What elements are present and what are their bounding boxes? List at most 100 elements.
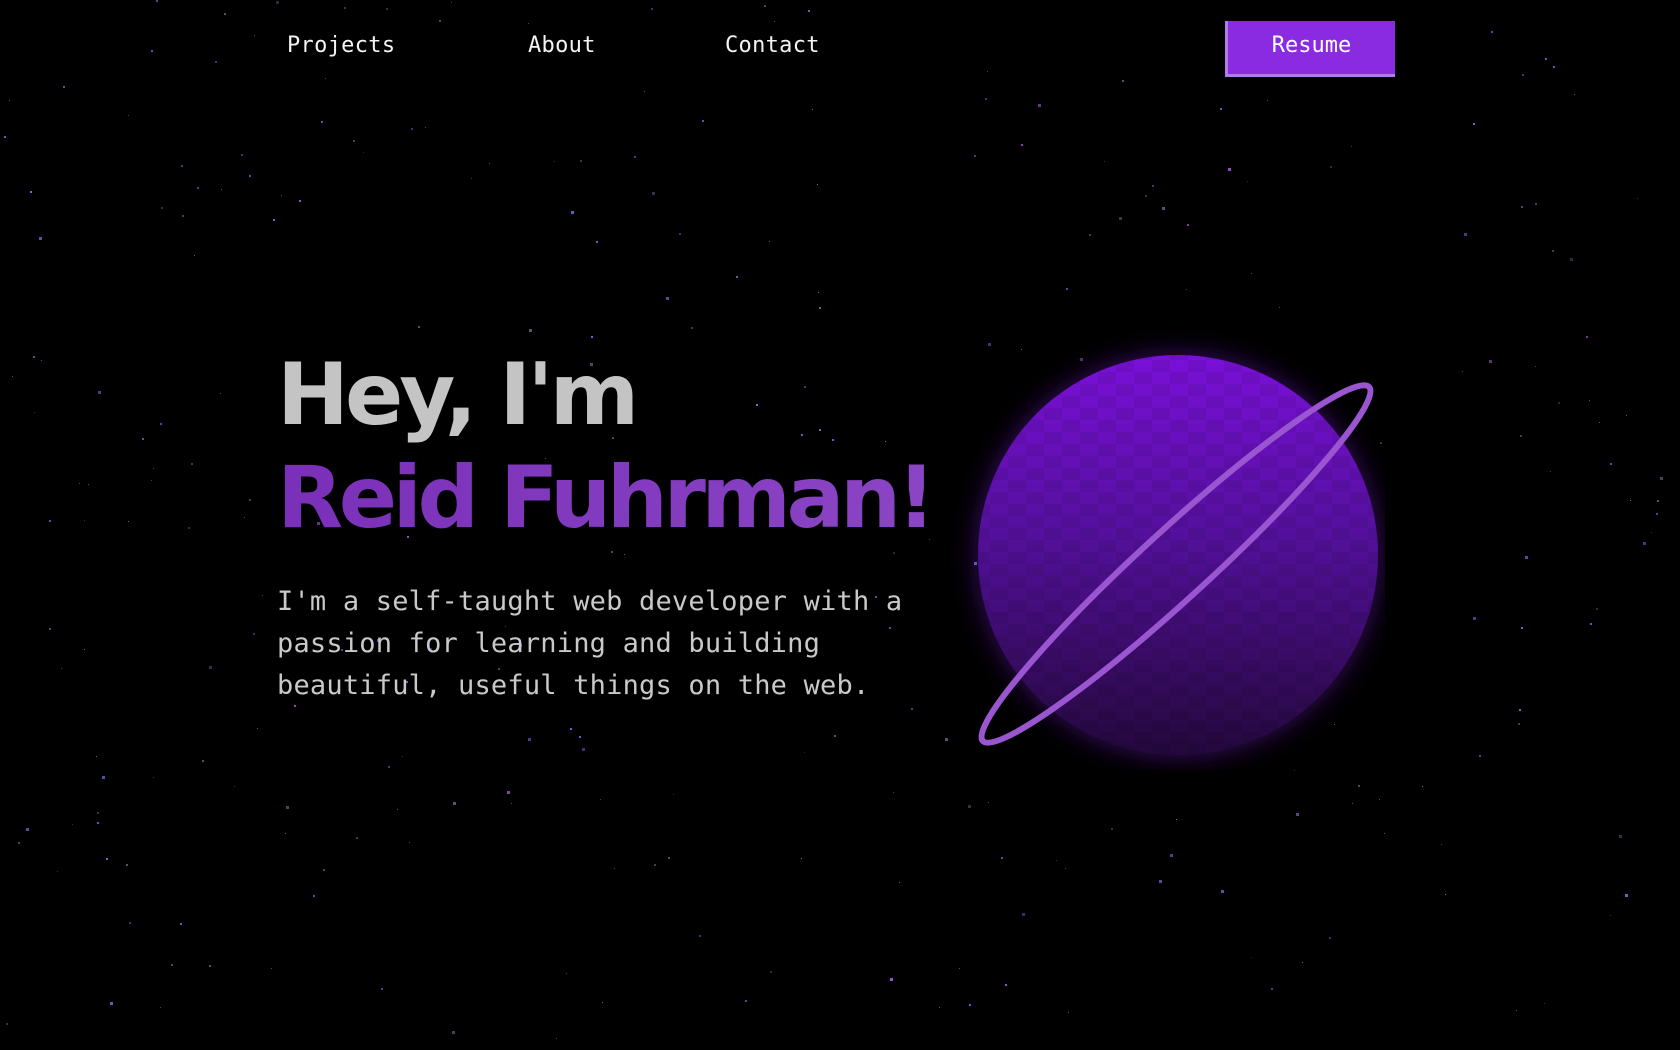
star <box>801 434 803 436</box>
star <box>580 160 582 162</box>
star <box>1489 360 1492 363</box>
star <box>253 633 255 635</box>
star <box>969 1004 971 1006</box>
star <box>1329 937 1331 939</box>
star <box>1596 608 1598 610</box>
star <box>812 109 813 110</box>
star <box>511 803 512 804</box>
resume-button[interactable]: Resume <box>1225 21 1395 77</box>
star <box>411 128 413 130</box>
star <box>425 127 426 128</box>
star <box>818 292 819 293</box>
star <box>654 864 656 866</box>
star <box>554 161 555 162</box>
star <box>1535 366 1536 367</box>
star <box>1384 833 1385 834</box>
star <box>9 100 10 101</box>
nav-link-projects[interactable]: Projects <box>287 33 395 58</box>
star <box>34 412 35 413</box>
star <box>614 868 615 869</box>
star <box>88 484 89 485</box>
star <box>381 988 383 990</box>
star <box>668 857 670 859</box>
star <box>84 520 85 521</box>
star <box>153 468 154 469</box>
star <box>153 777 154 778</box>
star <box>1462 371 1463 372</box>
star <box>582 748 585 751</box>
star <box>209 965 211 967</box>
star <box>220 393 221 394</box>
star <box>63 86 65 88</box>
star <box>1521 206 1523 208</box>
star <box>691 327 693 329</box>
star <box>39 237 42 240</box>
star <box>209 666 212 669</box>
star <box>188 527 190 529</box>
star <box>1351 146 1352 147</box>
star <box>1089 234 1091 236</box>
star <box>634 156 636 158</box>
star <box>313 895 315 897</box>
star <box>97 812 99 814</box>
star <box>1379 799 1380 800</box>
star <box>1251 957 1252 958</box>
star <box>596 241 598 243</box>
star <box>1066 288 1068 290</box>
star <box>249 175 251 177</box>
star <box>1574 94 1575 95</box>
star <box>1599 422 1600 423</box>
star <box>1643 542 1646 545</box>
star <box>1516 1010 1517 1011</box>
planet-icon <box>978 355 1378 755</box>
star <box>652 192 655 195</box>
star <box>6 1023 8 1025</box>
star <box>363 152 364 153</box>
star <box>151 50 153 52</box>
star <box>397 809 398 810</box>
star <box>600 799 601 800</box>
star <box>249 499 251 501</box>
star <box>409 842 410 843</box>
star <box>1553 66 1555 68</box>
star <box>156 0 158 2</box>
star <box>1464 233 1467 236</box>
star <box>1491 31 1493 33</box>
star <box>194 255 195 256</box>
star <box>1660 477 1663 480</box>
star <box>699 935 701 937</box>
star <box>160 423 162 425</box>
star <box>1358 785 1360 787</box>
star <box>299 200 301 202</box>
nav-link-contact[interactable]: Contact <box>725 33 820 58</box>
star <box>556 1038 557 1039</box>
star <box>939 1007 940 1008</box>
star <box>1656 513 1658 515</box>
star <box>804 752 805 753</box>
star <box>1657 500 1659 502</box>
star <box>1589 400 1590 401</box>
star <box>41 360 42 361</box>
star <box>1251 273 1252 274</box>
star <box>528 738 531 741</box>
star <box>142 438 144 440</box>
hero-name: Reid Fuhrman! <box>277 448 936 548</box>
star <box>1535 203 1537 205</box>
star <box>61 668 62 669</box>
star <box>1220 108 1222 110</box>
nav-link-about[interactable]: About <box>528 33 596 58</box>
star <box>160 1007 161 1008</box>
hero-greeting: Hey, I'm <box>277 345 639 445</box>
star <box>1302 962 1303 963</box>
star <box>566 973 567 974</box>
star <box>893 792 894 793</box>
star <box>1122 80 1124 82</box>
star <box>356 837 358 839</box>
star <box>1570 258 1573 261</box>
star <box>1626 415 1627 416</box>
star <box>1550 471 1551 472</box>
star <box>471 178 472 179</box>
star <box>1651 532 1652 533</box>
star <box>769 241 770 242</box>
star <box>819 429 821 431</box>
